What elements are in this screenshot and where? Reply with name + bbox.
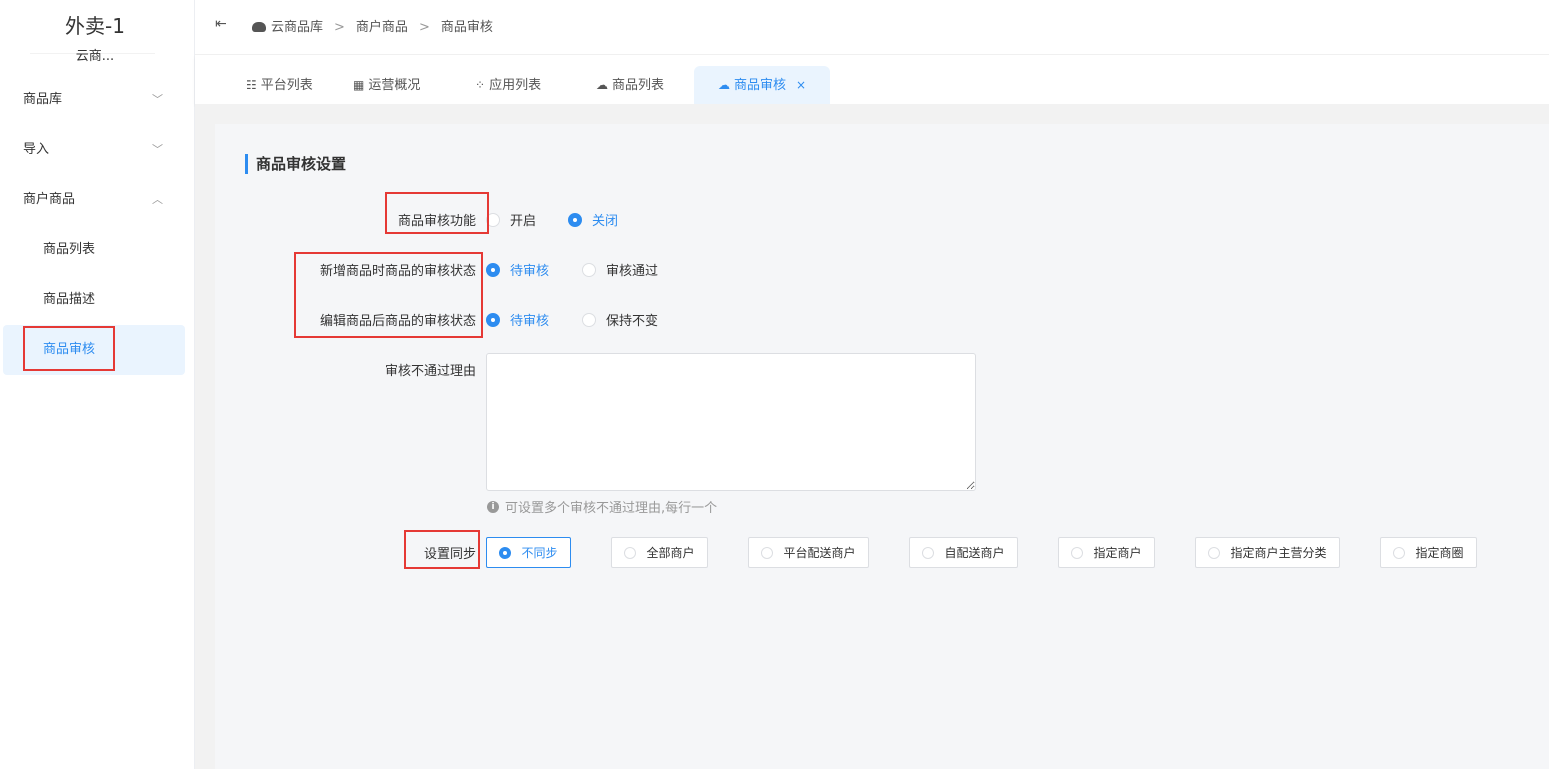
tab-bar: ☷ 平台列表 ▦ 运营概况 ⁘ 应用列表 ☁ 商品列表 ☁ 商品审核 × bbox=[195, 55, 1549, 104]
radio-label: 关闭 bbox=[592, 214, 619, 229]
close-icon[interactable]: × bbox=[796, 78, 806, 92]
radio-label: 指定商户主营分类 bbox=[1230, 546, 1327, 560]
radio-dot bbox=[624, 546, 637, 559]
info-icon: i bbox=[487, 500, 499, 513]
sync-none-button[interactable]: 不同步 bbox=[486, 537, 571, 568]
breadcrumb-item[interactable]: 云商品库 bbox=[271, 20, 323, 35]
sidebar-item-product-list[interactable]: 商品列表 bbox=[0, 225, 190, 275]
radio-label: 指定商圈 bbox=[1415, 546, 1464, 560]
radio-label: 审核通过 bbox=[606, 264, 659, 279]
cloud-icon bbox=[252, 22, 266, 32]
highlight-box bbox=[294, 252, 483, 338]
header: ⇤ 云商品库 > 商户商品 > 商品审核 bbox=[195, 0, 1549, 55]
tab-platform-list[interactable]: ☷ 平台列表 bbox=[246, 66, 313, 104]
hint-text: 可设置多个审核不通过理由,每行一个 bbox=[505, 501, 718, 516]
chevron-down-icon: ﹀ bbox=[152, 93, 163, 106]
audit-on-radio[interactable]: 开启 bbox=[486, 210, 536, 229]
radio-label: 待审核 bbox=[510, 264, 550, 279]
sync-merchant-category-button[interactable]: 指定商户主营分类 bbox=[1195, 537, 1340, 568]
sidebar: 外卖-1 云商... 商品库 ﹀ 导入 ﹀ 商户商品 ︿ 商品列表 商品描述 商… bbox=[0, 0, 195, 769]
chevron-up-icon: ︿ bbox=[152, 193, 163, 206]
sidebar-item-label: 导入 bbox=[23, 142, 50, 157]
breadcrumb-item: 商品审核 bbox=[440, 20, 493, 35]
radio-label: 保持不变 bbox=[606, 314, 659, 329]
cloud-icon: ☁ bbox=[596, 78, 608, 92]
breadcrumb-separator: > bbox=[334, 20, 345, 35]
radio-label: 自配送商户 bbox=[944, 546, 1005, 560]
radio-label: 不同步 bbox=[521, 546, 558, 560]
radio-label: 待审核 bbox=[510, 314, 550, 329]
sidebar-item-label: 商品列表 bbox=[43, 242, 96, 257]
new-approved-radio[interactable]: 审核通过 bbox=[582, 260, 658, 279]
sidebar-item-label: 商品库 bbox=[23, 92, 63, 107]
breadcrumb-separator: > bbox=[418, 20, 430, 35]
sidebar-item-product-library[interactable]: 商品库 ﹀ bbox=[0, 75, 190, 125]
radio-label: 指定商户 bbox=[1093, 546, 1142, 560]
menu-collapse-icon[interactable]: ⇤ bbox=[215, 16, 227, 32]
tab-label: 商品审核 bbox=[734, 78, 787, 93]
reject-reason-hint: i 可设置多个审核不通过理由,每行一个 bbox=[487, 497, 717, 516]
sync-self-delivery-button[interactable]: 自配送商户 bbox=[909, 537, 1018, 568]
highlight-box bbox=[385, 192, 489, 234]
breadcrumb: 云商品库 > 商户商品 > 商品审核 bbox=[252, 16, 493, 35]
sidebar-item-label: 商户商品 bbox=[23, 192, 76, 207]
list-icon: ☷ bbox=[246, 78, 257, 92]
chevron-down-icon: ﹀ bbox=[152, 143, 163, 156]
radio-dot bbox=[1071, 546, 1084, 559]
highlight-box bbox=[404, 530, 480, 569]
cloud-icon: ☁ bbox=[718, 78, 730, 92]
app-title: 外卖-1 bbox=[65, 14, 125, 38]
radio-dot bbox=[582, 262, 596, 277]
sync-all-merchants-button[interactable]: 全部商户 bbox=[611, 537, 708, 568]
radio-dot bbox=[1393, 546, 1406, 559]
sidebar-item-import[interactable]: 导入 ﹀ bbox=[0, 125, 190, 175]
edit-pending-radio[interactable]: 待审核 bbox=[486, 310, 549, 329]
tab-label: 运营概况 bbox=[368, 78, 421, 93]
breadcrumb-item[interactable]: 商户商品 bbox=[356, 20, 408, 35]
app-subtitle: 云商... bbox=[75, 49, 115, 64]
section-title: 商品审核设置 bbox=[245, 154, 346, 174]
radio-label: 全部商户 bbox=[646, 546, 695, 560]
radio-dot bbox=[499, 546, 512, 559]
edit-unchanged-radio[interactable]: 保持不变 bbox=[582, 310, 658, 329]
sync-specified-merchant-button[interactable]: 指定商户 bbox=[1058, 537, 1155, 568]
sidebar-item-product-description[interactable]: 商品描述 bbox=[0, 275, 190, 325]
sidebar-item-label: 商品描述 bbox=[43, 292, 96, 307]
apps-icon: ⁘ bbox=[475, 78, 486, 92]
radio-dot bbox=[568, 212, 582, 227]
tab-product-audit[interactable]: ☁ 商品审核 × bbox=[694, 66, 831, 104]
sync-business-district-button[interactable]: 指定商圈 bbox=[1380, 537, 1477, 568]
radio-dot bbox=[486, 312, 500, 327]
radio-dot bbox=[486, 262, 500, 277]
sync-platform-delivery-button[interactable]: 平台配送商户 bbox=[748, 537, 869, 568]
tab-label: 商品列表 bbox=[612, 78, 665, 93]
radio-label: 平台配送商户 bbox=[783, 546, 856, 560]
sidebar-item-merchant-products[interactable]: 商户商品 ︿ bbox=[0, 175, 190, 225]
tab-operations-overview[interactable]: ▦ 运营概况 bbox=[353, 66, 420, 104]
reject-reason-label: 审核不通过理由 bbox=[384, 364, 476, 379]
radio-dot bbox=[761, 546, 774, 559]
grid-icon: ▦ bbox=[353, 78, 365, 92]
tab-label: 平台列表 bbox=[260, 78, 313, 93]
tab-app-list[interactable]: ⁘ 应用列表 bbox=[475, 66, 541, 104]
highlight-box bbox=[23, 326, 115, 371]
tab-label: 应用列表 bbox=[489, 78, 542, 93]
radio-dot bbox=[1208, 546, 1221, 559]
new-pending-radio[interactable]: 待审核 bbox=[486, 260, 549, 279]
radio-label: 开启 bbox=[510, 214, 537, 229]
audit-off-radio[interactable]: 关闭 bbox=[568, 210, 618, 229]
reject-reason-textarea[interactable] bbox=[486, 353, 976, 491]
radio-dot bbox=[922, 546, 935, 559]
radio-dot bbox=[582, 312, 596, 327]
tab-product-list[interactable]: ☁ 商品列表 bbox=[596, 66, 664, 104]
brand: 外卖-1 云商... bbox=[0, 0, 190, 75]
